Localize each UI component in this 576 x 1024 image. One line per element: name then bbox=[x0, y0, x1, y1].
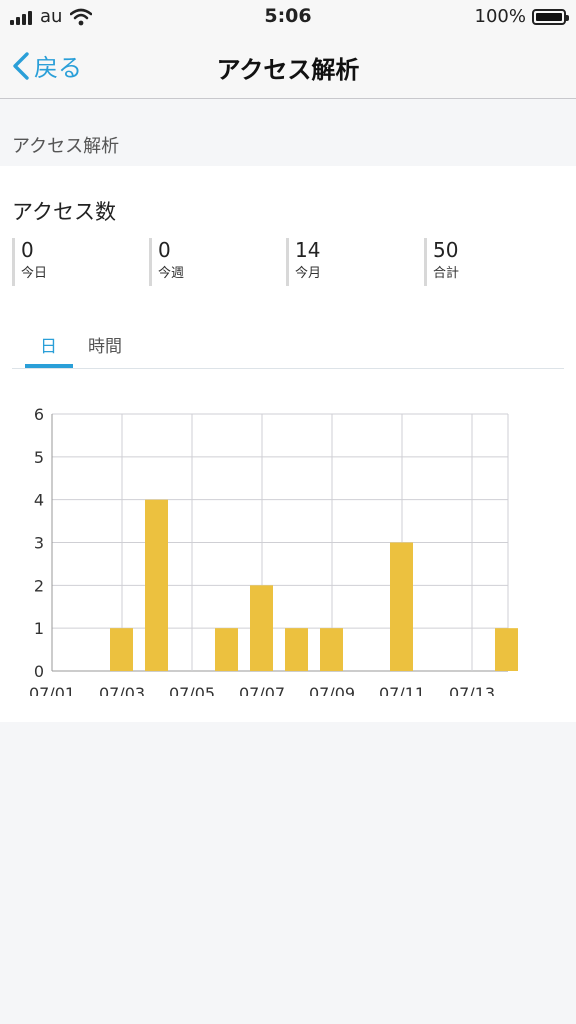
stat-total: 50 合計 bbox=[424, 238, 459, 286]
access-count-card: アクセス数 0 今日 0 今週 14 今月 50 合計 日 時間 0 1 2 3 4 5 6… bbox=[0, 166, 576, 722]
navigation-bar: 戻る アクセス解析 bbox=[0, 34, 576, 99]
stat-value: 14 bbox=[295, 238, 321, 262]
card-title: アクセス数 bbox=[12, 200, 116, 224]
x-tick-label: 07/13 bbox=[449, 684, 495, 696]
bar bbox=[110, 628, 133, 671]
stat-label: 今月 bbox=[295, 266, 322, 281]
bar bbox=[495, 628, 518, 671]
stat-value: 50 bbox=[433, 238, 459, 262]
stat-label: 今週 bbox=[158, 266, 185, 281]
bar bbox=[320, 628, 343, 671]
bar bbox=[250, 585, 273, 671]
y-tick-label: 6 bbox=[34, 405, 44, 424]
tab-day[interactable]: 日 bbox=[40, 332, 57, 357]
battery-icon bbox=[532, 8, 569, 25]
stat-this-week: 0 今週 bbox=[149, 238, 184, 286]
x-tick-label: 07/01 bbox=[29, 684, 75, 696]
status-bar: au 5:06 100% bbox=[0, 0, 576, 34]
battery-percent: 100% bbox=[474, 6, 526, 27]
x-tick-label: 07/11 bbox=[379, 684, 425, 696]
access-bar-chart: 0 1 2 3 4 5 6 07/01 07/03 07/05 07/07 07/09 07/11 07/… bbox=[29, 405, 518, 696]
x-tick-label: 07/03 bbox=[99, 684, 145, 696]
section-header: アクセス解析 bbox=[12, 136, 120, 157]
status-bar-right: 100% bbox=[474, 6, 569, 27]
y-tick-label: 5 bbox=[34, 448, 44, 467]
stat-value: 0 bbox=[21, 238, 34, 262]
bar bbox=[390, 542, 413, 671]
stat-label: 今日 bbox=[21, 266, 48, 281]
stat-this-month: 14 今月 bbox=[286, 238, 321, 286]
stat-today: 0 今日 bbox=[12, 238, 47, 286]
x-tick-label: 07/05 bbox=[169, 684, 215, 696]
y-tick-label: 3 bbox=[34, 534, 44, 553]
bar bbox=[145, 499, 168, 671]
page-title: アクセス解析 bbox=[216, 56, 360, 84]
y-tick-label: 0 bbox=[34, 662, 44, 681]
y-tick-label: 4 bbox=[34, 491, 44, 510]
y-tick-label: 2 bbox=[34, 576, 44, 595]
stat-value: 0 bbox=[158, 238, 171, 262]
bar bbox=[285, 628, 308, 671]
x-tick-label: 07/09 bbox=[309, 684, 355, 696]
stat-label: 合計 bbox=[433, 266, 460, 281]
tab-hour[interactable]: 時間 bbox=[88, 332, 122, 357]
x-tick-label: 07/07 bbox=[239, 684, 285, 696]
y-tick-label: 1 bbox=[34, 619, 44, 638]
bar bbox=[215, 628, 238, 671]
chart-tabs: 日 時間 bbox=[12, 326, 564, 369]
active-tab-indicator bbox=[25, 364, 73, 368]
